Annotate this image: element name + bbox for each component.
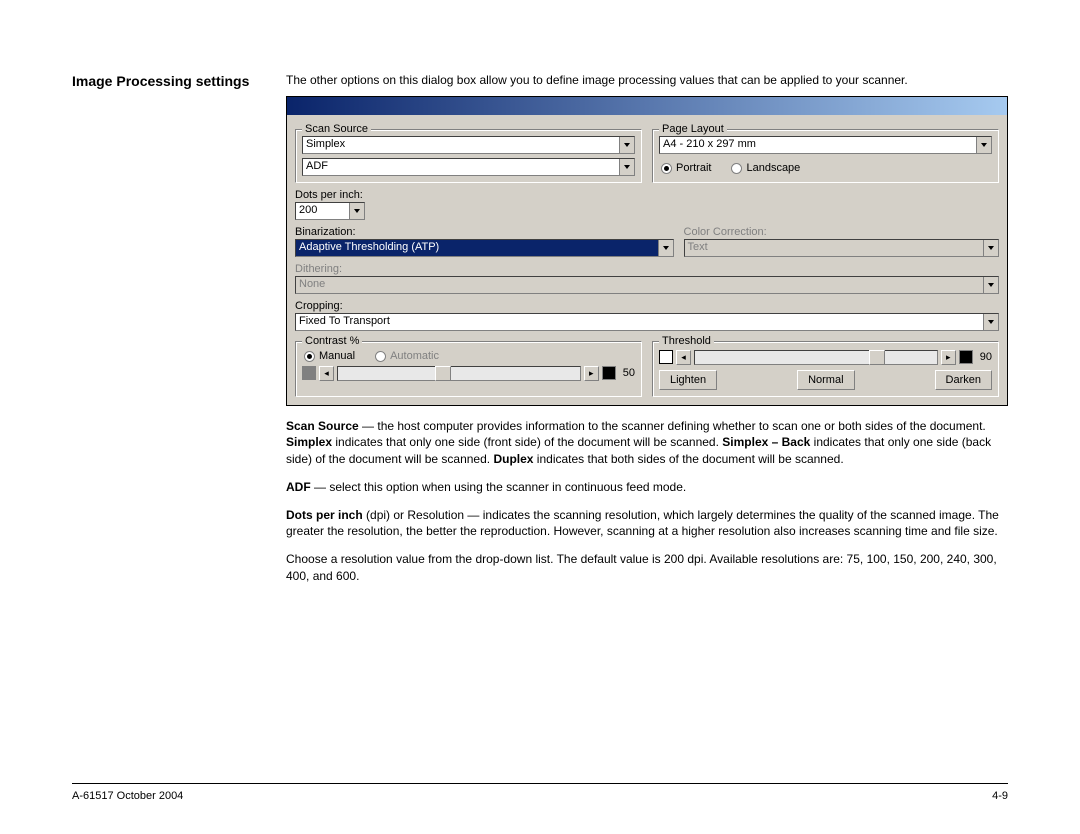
text-run: (dpi) or Resolution — indicates the scan… [286,508,999,538]
page-layout-group: Page Layout A4 - 210 x 297 mm Portrait [652,129,999,183]
color-correction-label: Color Correction: [684,226,999,238]
chevron-down-icon[interactable] [658,240,673,256]
scan-source-group: Scan Source Simplex ADF [295,129,642,183]
cropping-value: Fixed To Transport [296,314,983,330]
scan-source-label: Scan Source [302,123,371,135]
threshold-value: 90 [980,351,992,363]
scanner-settings-dialog: Scan Source Simplex ADF [286,96,1008,406]
radio-dot-icon [375,351,386,362]
radio-dot-icon [661,163,672,174]
portrait-radio[interactable]: Portrait [661,162,711,174]
body-area: Image Processing settings The other opti… [72,72,1008,767]
page-size-combo[interactable]: A4 - 210 x 297 mm [659,136,992,154]
arrow-right-icon[interactable]: ▸ [584,366,599,381]
contrast-manual-radio[interactable]: Manual [304,350,355,362]
landscape-label: Landscape [746,162,800,174]
threshold-high-swatch [959,350,973,364]
section-heading: Image Processing settings [72,72,262,90]
page-size-value: A4 - 210 x 297 mm [660,137,976,153]
chevron-down-icon [983,240,998,256]
scan-source-feeder-combo[interactable]: ADF [302,158,635,176]
dpi-value: 200 [296,203,349,219]
dithering-value: None [296,277,983,293]
footer-rule: A-61517 October 2004 4-9 [72,783,1008,802]
binarization-label: Binarization: [295,226,674,238]
document-page: Image Processing settings The other opti… [0,0,1080,834]
threshold-group: Threshold ◂ ▸ 90 [652,341,999,397]
dpi-label: Dots per inch: [295,189,999,201]
contrast-group: Contrast % Manual Automatic [295,341,642,397]
landscape-radio[interactable]: Landscape [731,162,800,174]
dialog-title-bar [287,97,1007,115]
page-layout-label: Page Layout [659,123,727,135]
chevron-down-icon[interactable] [619,137,634,153]
resolution-paragraph: Choose a resolution value from the drop-… [286,551,1008,583]
arrow-right-icon[interactable]: ▸ [941,350,956,365]
threshold-track[interactable] [694,350,938,365]
intro-paragraph: The other options on this dialog box all… [286,72,1008,88]
chevron-down-icon[interactable] [619,159,634,175]
darken-button[interactable]: Darken [935,370,992,390]
binarization-value: Adaptive Thresholding (ATP) [296,240,658,256]
scan-source-paragraph: Scan Source — the host computer provides… [286,418,1008,467]
threshold-label: Threshold [659,335,714,347]
dpi-combo[interactable]: 200 [295,202,365,220]
contrast-high-swatch [602,366,616,380]
dithering-label: Dithering: [295,263,999,275]
dpi-paragraph: Dots per inch (dpi) or Resolution — indi… [286,507,1008,539]
contrast-automatic-label: Automatic [390,350,439,362]
radio-dot-icon [304,351,315,362]
text-run: — select this option when using the scan… [311,480,687,494]
scan-source-mode-combo[interactable]: Simplex [302,136,635,154]
dialog-body: Scan Source Simplex ADF [287,115,1007,405]
contrast-automatic-radio: Automatic [375,350,439,362]
slider-thumb-icon[interactable] [435,366,451,381]
contrast-value: 50 [623,367,635,379]
color-correction-combo: Text [684,239,999,257]
adf-paragraph: ADF — select this option when using the … [286,479,1008,495]
color-correction-value: Text [685,240,983,256]
threshold-slider[interactable]: ◂ ▸ 90 [659,348,992,366]
contrast-low-swatch [302,366,316,380]
arrow-left-icon[interactable]: ◂ [676,350,691,365]
scan-source-mode-value: Simplex [303,137,619,153]
arrow-left-icon[interactable]: ◂ [319,366,334,381]
radio-dot-icon [731,163,742,174]
contrast-slider[interactable]: ◂ ▸ 50 [302,364,635,382]
footer-left: A-61517 October 2004 [72,790,183,802]
chevron-down-icon[interactable] [349,203,364,219]
chevron-down-icon[interactable] [976,137,991,153]
footer-right: 4-9 [992,790,1008,802]
chevron-down-icon[interactable] [983,314,998,330]
scan-source-feeder-value: ADF [303,159,619,175]
cropping-combo[interactable]: Fixed To Transport [295,313,999,331]
threshold-low-swatch [659,350,673,364]
chevron-down-icon [983,277,998,293]
right-column: The other options on this dialog box all… [286,72,1008,767]
binarization-combo[interactable]: Adaptive Thresholding (ATP) [295,239,674,257]
bold-term: Simplex – Back [722,435,810,449]
contrast-track[interactable] [337,366,581,381]
bold-term: ADF [286,480,311,494]
contrast-manual-label: Manual [319,350,355,362]
bold-term: Dots per inch [286,508,363,522]
normal-button[interactable]: Normal [797,370,854,390]
lighten-button[interactable]: Lighten [659,370,717,390]
bold-term: Duplex [493,452,533,466]
contrast-label: Contrast % [302,335,362,347]
text-run: — the host computer provides information… [359,419,986,433]
text-run: indicates that only one side (front side… [332,435,722,449]
slider-thumb-icon[interactable] [869,350,885,365]
text-run: indicates that both sides of the documen… [533,452,843,466]
bold-term: Scan Source [286,419,359,433]
bold-term: Simplex [286,435,332,449]
left-column: Image Processing settings [72,72,262,767]
portrait-label: Portrait [676,162,711,174]
cropping-label: Cropping: [295,300,999,312]
dithering-combo: None [295,276,999,294]
